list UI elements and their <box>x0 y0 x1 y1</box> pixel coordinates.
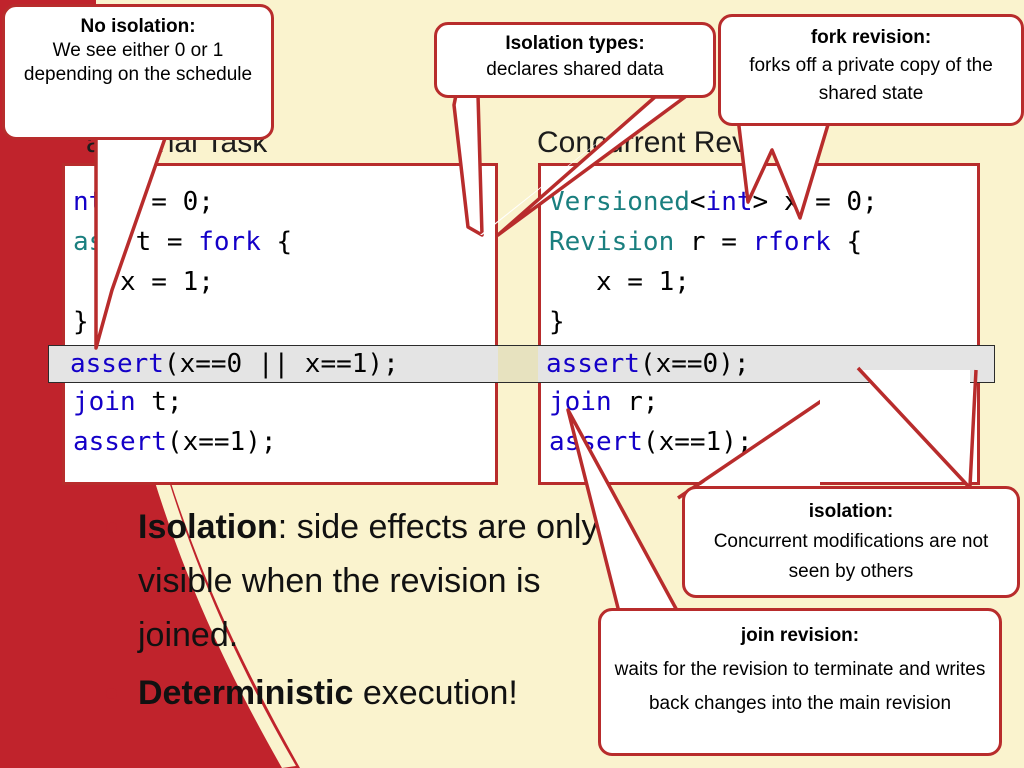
callout-isolation[interactable]: isolation: Concurrent modifications are … <box>682 486 1020 598</box>
bullet-list: Isolation: side effects are only visible… <box>96 500 616 724</box>
callout-isolation-types[interactable]: Isolation types: declares shared data <box>434 22 716 98</box>
highlighted-assert-right-args: (x==0); <box>639 349 750 379</box>
code-box-traditional-task: nt x = 0; ask t = fork { x = 1; } join t… <box>62 163 498 485</box>
callout-join-revision[interactable]: join revision: waits for the revision to… <box>598 608 1002 756</box>
code-keyword-assert: assert <box>73 427 167 457</box>
callout-body: waits for the revision to terminate and … <box>614 659 986 714</box>
code-box-concurrent-revisions: Versioned<int> x = 0; Revision r = rfork… <box>538 163 980 485</box>
callout-body: declares shared data <box>486 59 664 80</box>
list-item: Isolation: side effects are only visible… <box>96 500 616 662</box>
code-keyword-rfork: rfork <box>752 227 831 257</box>
highlighted-assert-left: assert(x==0 || x==1); <box>70 348 399 380</box>
callout-title: No isolation: <box>80 16 196 37</box>
code-type-revision: Revision <box>549 227 675 257</box>
callout-title: join revision: <box>740 625 860 646</box>
callout-no-isolation[interactable]: No isolation: We see either 0 or 1 depen… <box>2 4 274 140</box>
code-type-task: ask <box>73 227 120 257</box>
code-keyword-join: join <box>73 387 136 417</box>
code-keyword-int: nt <box>73 187 105 217</box>
bullet-dot-icon <box>106 688 117 699</box>
highlighted-assert-left-args: (x==0 || x==1); <box>163 349 399 379</box>
code-left-top: nt x = 0; ask t = fork { x = 1; } <box>73 187 293 337</box>
bullet-rest: execution! <box>353 674 518 712</box>
code-keyword-assert: assert <box>549 427 643 457</box>
code-right-bottom: join r; assert(x==1); <box>549 387 753 457</box>
list-item: Deterministic execution! <box>96 666 616 720</box>
callout-fork-revision[interactable]: fork revision: forks off a private copy … <box>718 14 1024 126</box>
callout-title: Isolation types: <box>505 33 645 54</box>
code-keyword-join: join <box>549 387 612 417</box>
callout-body: Concurrent modifications are not seen by… <box>713 531 989 582</box>
code-keyword-fork: fork <box>198 227 261 257</box>
code-keyword-assert: assert <box>546 349 640 379</box>
callout-title: isolation: <box>808 501 894 522</box>
bullet-lead: Deterministic <box>138 674 354 712</box>
callout-body: forks off a private copy of the shared s… <box>749 55 993 104</box>
highlighted-assert-right: assert(x==0); <box>546 348 750 380</box>
code-keyword-assert: assert <box>70 349 164 379</box>
slide-canvas: new aditional Task Concurrent Revisi nt … <box>0 0 1024 768</box>
column-heading-right: Concurrent Revisi <box>537 126 776 159</box>
code-keyword-int: int <box>705 187 753 217</box>
code-type-versioned: Versioned <box>549 187 690 217</box>
code-right-top: Versioned<int> x = 0; Revision r = rfork… <box>549 187 878 337</box>
bullet-dot-icon <box>106 522 117 533</box>
highlight-band-gap <box>498 345 538 383</box>
callout-title: fork revision: <box>810 27 932 48</box>
code-left-bottom: join t; assert(x==1); <box>73 387 277 457</box>
bullet-lead: Isolation <box>138 508 278 546</box>
callout-body: We see either 0 or 1 depending on the sc… <box>23 40 253 85</box>
